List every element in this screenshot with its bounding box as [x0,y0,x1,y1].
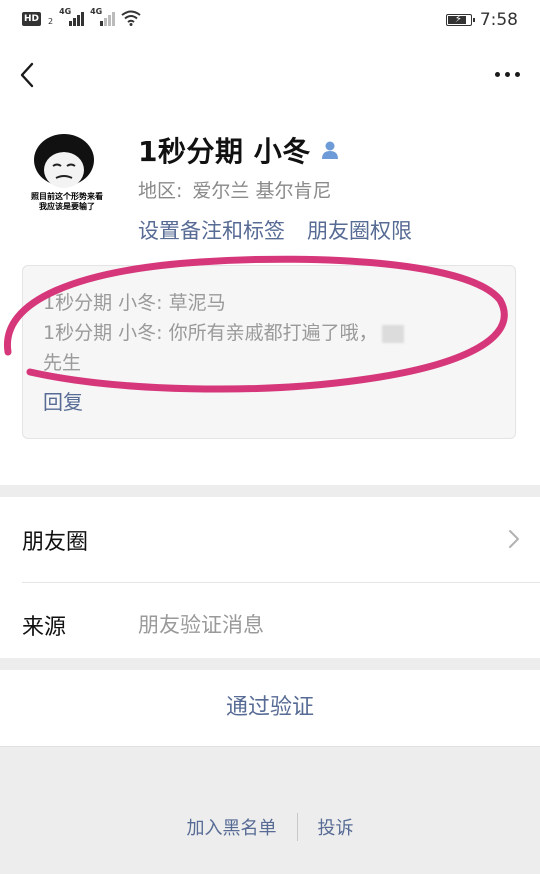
signal-icon-2: 4G [90,7,116,26]
name-row: 1秒分期 小冬 [138,130,341,170]
battery-charging-icon: ⚡ [445,14,475,26]
set-remark-link[interactable]: 设置备注和标签 [138,215,285,245]
wifi-icon [121,10,141,26]
back-chevron-icon[interactable] [14,58,44,92]
network-label-2: 4G [90,7,103,16]
complain-link[interactable]: 投诉 [298,814,374,840]
status-left: HD 2 4G 4G [22,7,141,26]
signal-icon: 4G [59,7,85,26]
status-right: ⚡ 7:58 [445,10,518,30]
section-gap-1 [0,485,540,497]
verification-message-box: 1秒分期 小冬: 草泥马 1秒分期 小冬: 你所有亲戚都打遍了哦， 先生 回复 [22,265,516,439]
bottom-links: 加入黑名单 投诉 [0,813,540,841]
moments-row[interactable]: 朋友圈 [0,498,540,582]
profile-links: 设置备注和标签 朋友圈权限 [138,215,412,245]
network-label-1: 4G [59,7,72,16]
redacted-mark [381,324,404,343]
message-line-1: 1秒分期 小冬: 草泥马 [43,292,226,314]
chevron-right-icon [509,530,519,548]
avatar[interactable]: 照目前这个形势来看 我应该是要输了 [22,130,112,220]
moments-permission-link[interactable]: 朋友圈权限 [307,215,412,245]
region-row: 地区: 爱尔兰 基尔肯尼 [138,176,331,203]
blacklist-link[interactable]: 加入黑名单 [167,814,297,840]
status-bar: HD 2 4G 4G ⚡ 7:58 [0,0,540,42]
message-line-2-text: 1秒分期 小冬: 你所有亲戚都打遍了哦， [43,322,378,344]
region-value: 爱尔兰 基尔肯尼 [192,180,332,202]
avatar-caption: 照目前这个形势来看 我应该是要输了 [31,192,103,211]
source-value: 朋友验证消息 [138,613,264,637]
source-label: 来源 [22,615,67,640]
message-line-2: 1秒分期 小冬: 你所有亲戚都打遍了哦， 先生 [43,318,473,378]
message-line-2-end: 先生 [43,352,82,374]
approve-button[interactable]: 通过验证 [0,670,540,745]
person-icon [321,141,338,159]
bottom-actions: 加入黑名单 投诉 [0,746,540,874]
contact-name: 1秒分期 小冬 [138,135,311,168]
moments-label: 朋友圈 [22,530,89,555]
more-dots-icon[interactable] [484,64,520,84]
hd-icon: HD [22,12,42,26]
reply-link[interactable]: 回复 [43,386,83,415]
hd-sub-label: 2 [48,17,54,26]
region-label: 地区: [138,180,183,202]
source-row: 来源 朋友验证消息 [0,583,540,667]
clock: 7:58 [479,10,518,30]
section-gap-2 [0,658,540,670]
